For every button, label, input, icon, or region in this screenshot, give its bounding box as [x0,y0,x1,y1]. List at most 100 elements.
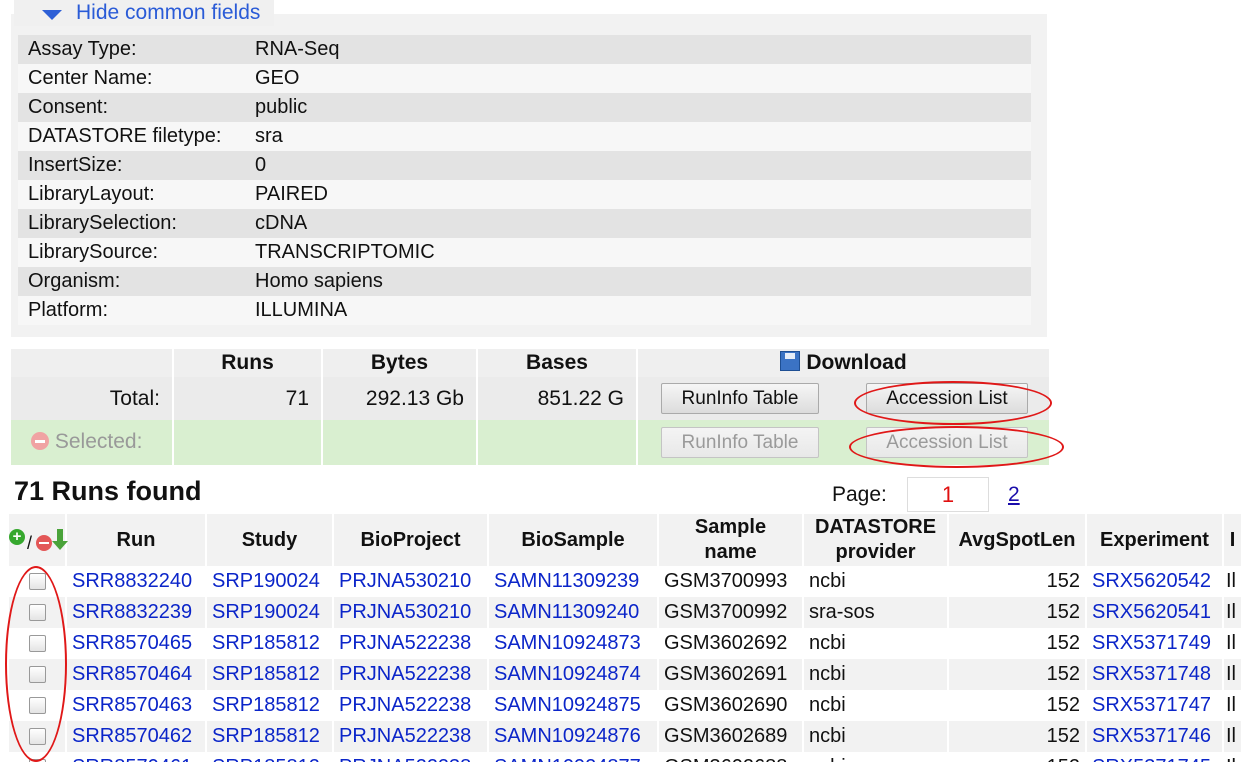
biosample-cell: SAMN10924873 [487,628,658,659]
avgspotlen-cell: 152 [947,597,1086,628]
next-column-cell: Il [1222,690,1241,721]
study-link[interactable]: SRP190024 [212,601,320,623]
bioproject-link[interactable]: PRJNA522238 [339,663,471,685]
study-link[interactable]: SRP185812 [212,756,320,762]
bioproject-link[interactable]: PRJNA522238 [339,725,471,747]
bioproject-link[interactable]: PRJNA522238 [339,632,471,654]
study-column-header[interactable]: Study [205,514,333,566]
biosample-cell: SAMN10924877 [487,752,658,762]
bioproject-link[interactable]: PRJNA522238 [339,694,471,716]
provider-cell: ncbi [802,566,948,597]
experiment-link[interactable]: SRX5371746 [1092,725,1211,747]
annotation-circle-checkboxes [5,566,67,762]
study-link[interactable]: SRP185812 [212,694,320,716]
hide-common-fields-toggle[interactable]: Hide common fields [14,0,275,26]
study-cell: SRP185812 [205,690,333,721]
avgspotlen-cell: 152 [947,752,1086,762]
selected-runinfo-table-button[interactable]: RunInfo Table [661,427,819,458]
study-link[interactable]: SRP185812 [212,725,320,747]
field-key: DATASTORE filetype: [18,122,245,151]
run-cell: SRR8570461 [65,752,206,762]
avgspotlen-cell: 152 [947,566,1086,597]
run-column-header[interactable]: Run [65,514,206,566]
run-link[interactable]: SRR8570465 [72,632,192,654]
biosample-link[interactable]: SAMN10924876 [494,725,641,747]
study-link[interactable]: SRP190024 [212,570,320,592]
provider-cell: ncbi [802,690,948,721]
next-column-cell: Il [1222,659,1241,690]
experiment-link[interactable]: SRX5371747 [1092,694,1211,716]
study-link[interactable]: SRP185812 [212,632,320,654]
bioproject-cell: PRJNA522238 [332,721,488,752]
run-link[interactable]: SRR8570464 [72,663,192,685]
run-link[interactable]: SRR8570461 [72,756,192,762]
biosample-column-header[interactable]: BioSample [487,514,658,566]
biosample-link[interactable]: SAMN11309240 [494,601,639,623]
bioproject-link[interactable]: PRJNA530210 [339,570,471,592]
experiment-link[interactable]: SRX5620542 [1092,570,1211,592]
field-key: InsertSize: [18,151,245,180]
datastore-provider-column-header[interactable]: DATASTORE provider [802,514,948,566]
provider-header-line1: DATASTORE [814,516,937,538]
provider-cell: ncbi [802,752,948,762]
avgspotlen-column-header[interactable]: AvgSpotLen [947,514,1086,566]
experiment-cell: SRX5620541 [1085,597,1223,628]
experiment-link[interactable]: SRX5620541 [1092,601,1211,623]
experiment-link[interactable]: SRX5371749 [1092,632,1211,654]
bioproject-link[interactable]: PRJNA530210 [339,601,471,623]
total-label: Total: [109,387,160,410]
run-link[interactable]: SRR8832240 [72,570,192,592]
selected-label-cell: Selected: [11,420,172,465]
sample-name-cell: GSM3602691 [657,659,803,690]
biosample-link[interactable]: SAMN10924875 [494,694,641,716]
annotation-circle-accession-selected [849,426,1064,468]
common-field-row: Center Name: GEO [18,64,1031,93]
field-value: TRANSCRIPTOMIC [245,238,1031,267]
biosample-link[interactable]: SAMN10924874 [494,663,641,685]
experiment-cell: SRX5371745 [1085,752,1223,762]
common-field-row: Organism: Homo sapiens [18,267,1031,296]
bioproject-link[interactable]: PRJNA522238 [339,756,471,762]
total-runs: 71 [172,377,321,420]
field-key: LibrarySource: [18,238,245,267]
avgspotlen-cell: 152 [947,659,1086,690]
sample-name-column-header[interactable]: Sample name [657,514,803,566]
sample-name-cell: GSM3602688 [657,752,803,762]
sample-name-header-line1: Sample [694,516,767,538]
avgspotlen-cell: 152 [947,690,1086,721]
floppy-disk-icon [780,351,801,371]
runs-header-row: + / Run Study BioProject BioSample Sampl… [9,514,1241,566]
experiment-column-header[interactable]: Experiment [1085,514,1223,566]
common-field-row: Consent: public [18,93,1031,122]
study-link[interactable]: SRP185812 [212,663,320,685]
run-link[interactable]: SRR8832239 [72,601,192,623]
runs-table: + / Run Study BioProject BioSample Sampl… [9,514,1241,762]
runs-found-heading: 71 Runs found [14,476,202,506]
add-all-icon[interactable]: + [9,529,25,545]
sample-name-cell: GSM3602690 [657,690,803,721]
runs-table-body: SRR8832240 SRP190024 PRJNA530210 SAMN113092… [9,566,1241,762]
field-value: public [245,93,1031,122]
run-link[interactable]: SRR8570462 [72,725,192,747]
remove-all-icon[interactable] [36,535,52,551]
current-page-input[interactable]: 1 [907,477,989,512]
experiment-link[interactable]: SRX5371748 [1092,663,1211,685]
run-link[interactable]: SRR8570463 [72,694,192,716]
experiment-link[interactable]: SRX5371745 [1092,756,1211,762]
total-runinfo-table-button[interactable]: RunInfo Table [661,383,819,414]
next-column-header[interactable]: I [1222,514,1241,566]
bioproject-cell: PRJNA522238 [332,659,488,690]
bioproject-column-header[interactable]: BioProject [332,514,488,566]
biosample-link[interactable]: SAMN10924873 [494,632,641,654]
provider-cell: ncbi [802,659,948,690]
field-key: LibrarySelection: [18,209,245,238]
biosample-link[interactable]: SAMN10924877 [494,756,641,762]
avgspotlen-cell: 152 [947,628,1086,659]
summary-header-blank [11,349,172,377]
sort-down-arrow-icon[interactable] [52,529,68,550]
next-column-cell: Il [1222,752,1241,762]
page-2-link[interactable]: 2 [1008,483,1020,507]
bioproject-cell: PRJNA530210 [332,566,488,597]
biosample-link[interactable]: SAMN11309239 [494,570,639,592]
sample-name-cell: GSM3602692 [657,628,803,659]
